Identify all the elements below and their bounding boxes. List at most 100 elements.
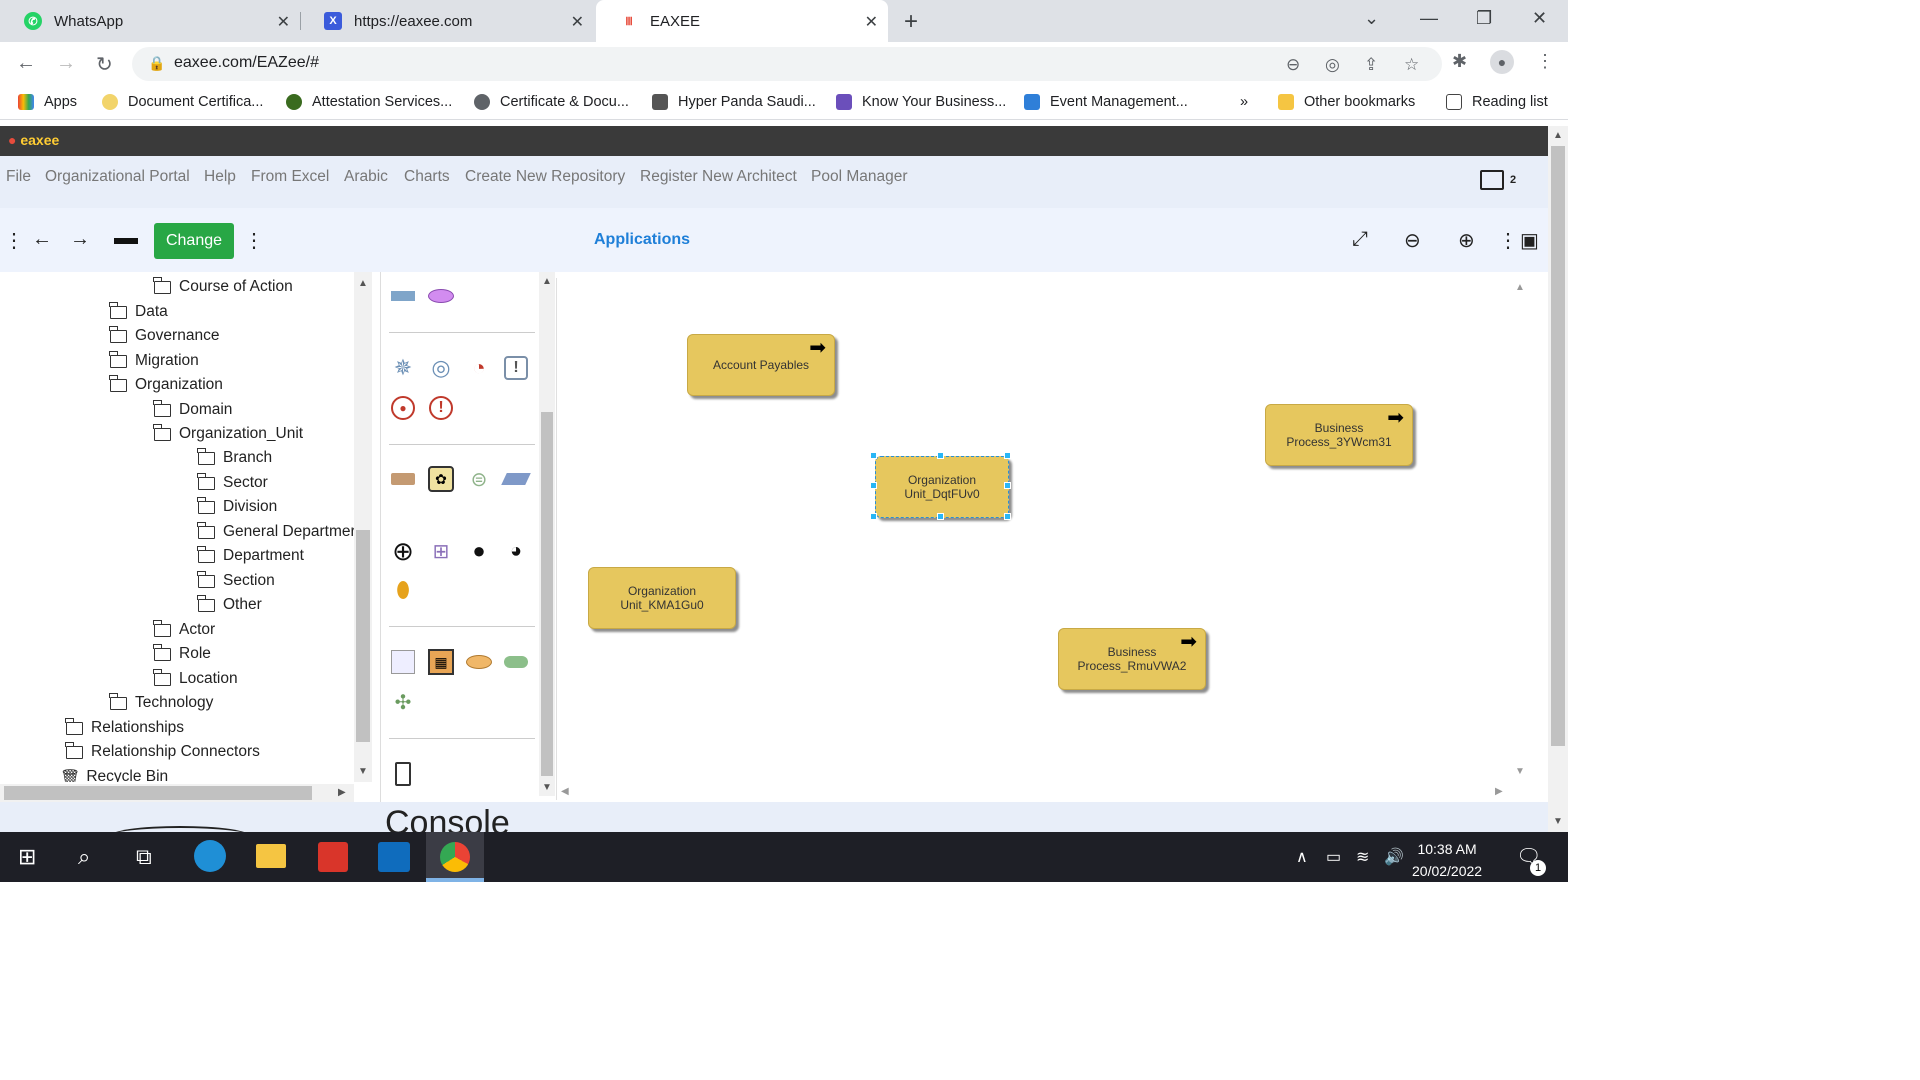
tree-item-sector[interactable]: Sector xyxy=(197,472,268,492)
value-stream-icon[interactable]: ✿ xyxy=(427,465,455,493)
lock-icon[interactable]: 🔒 xyxy=(148,55,165,72)
save-icon[interactable]: ▣ xyxy=(1520,228,1539,253)
tree-item-role[interactable]: Role xyxy=(153,643,211,663)
close-icon[interactable]: ✕ xyxy=(277,12,290,32)
search-icon[interactable]: ⌕ xyxy=(78,844,90,870)
bookmark-other[interactable]: Other bookmarks xyxy=(1278,94,1415,110)
tree-item-recycle-bin[interactable]: 🗑 Recycle Bin xyxy=(60,768,168,782)
resize-handle[interactable] xyxy=(870,452,877,459)
tree-item-general-department[interactable]: General Departmer xyxy=(197,521,356,541)
warning-icon[interactable]: ! xyxy=(427,394,455,422)
capability-shape-icon[interactable] xyxy=(389,465,417,493)
page-vertical-scrollbar[interactable]: ▲ ▼ xyxy=(1548,126,1568,832)
system-clock[interactable]: 10:38 AM 20/02/2022 xyxy=(1412,838,1482,882)
canvas-horizontal-scrollbar[interactable]: ◀ ▶ xyxy=(557,782,1511,800)
chevron-up-icon[interactable]: ∧ xyxy=(1296,847,1308,867)
network-icon[interactable]: ✣ xyxy=(389,688,417,716)
tree-horizontal-scrollbar[interactable]: ▶ xyxy=(0,784,354,802)
bookmark-attestation[interactable]: Attestation Services... xyxy=(286,94,452,110)
edge-icon[interactable] xyxy=(194,840,226,872)
diagram-node-organization-unit-kma1gu0[interactable]: Organization Unit_KMA1Gu0 xyxy=(588,567,736,629)
scroll-up-arrow-icon[interactable]: ▲ xyxy=(1515,282,1525,293)
minimize-button[interactable]: — xyxy=(1420,8,1438,29)
constraint-icon[interactable]: ! xyxy=(502,354,530,382)
scroll-right-arrow-icon[interactable]: ▶ xyxy=(1495,786,1503,797)
profile-avatar[interactable]: ● xyxy=(1490,50,1514,74)
scroll-down-arrow-icon[interactable]: ▼ xyxy=(358,766,368,777)
scroll-right-arrow-icon[interactable]: ▶ xyxy=(338,787,346,798)
scrollbar-thumb[interactable] xyxy=(541,412,553,776)
bookmark-reading-list[interactable]: Reading list xyxy=(1446,94,1548,110)
eye-off-icon[interactable]: ◎ xyxy=(1325,55,1340,75)
scroll-up-arrow-icon[interactable]: ▲ xyxy=(542,276,552,287)
tree-item-relationship-connectors[interactable]: Relationship Connectors xyxy=(65,741,260,761)
tree-item-migration[interactable]: Migration xyxy=(109,350,199,370)
document-icon[interactable] xyxy=(389,760,417,788)
tree-item-division[interactable]: Division xyxy=(197,496,277,516)
line-style-icon[interactable] xyxy=(114,238,138,244)
close-icon[interactable]: ✕ xyxy=(865,12,878,32)
url-text[interactable]: eaxee.com/EAZee/# xyxy=(174,54,319,72)
zoom-out-icon[interactable]: ⊖ xyxy=(1404,228,1421,253)
menu-charts[interactable]: Charts xyxy=(404,168,450,186)
redo-icon[interactable]: → xyxy=(70,228,90,251)
menu-register-new-architect[interactable]: Register New Architect xyxy=(640,168,797,186)
menu-organizational-portal[interactable]: Organizational Portal xyxy=(45,168,190,186)
extensions-icon[interactable]: ✱ xyxy=(1452,51,1467,72)
diagram-node-business-process-3ywcm31[interactable]: Business Process_3YWcm31 ➡ xyxy=(1265,404,1413,466)
menu-pool-manager[interactable]: Pool Manager xyxy=(811,168,908,186)
undo-icon[interactable]: ← xyxy=(32,228,52,251)
tab-whatsapp[interactable]: ✆ WhatsApp ✕ xyxy=(0,0,300,42)
tree-item-location[interactable]: Location xyxy=(153,668,238,688)
wifi-icon[interactable]: ≋ xyxy=(1356,847,1369,867)
close-icon[interactable]: ✕ xyxy=(571,12,584,32)
globe-icon[interactable]: ⊕ xyxy=(389,536,417,566)
tab-search-icon[interactable]: ⌄ xyxy=(1364,8,1379,29)
bookmark-certificate-docu[interactable]: Certificate & Docu... xyxy=(474,94,629,110)
diagram-node-business-process-rmuvwa2[interactable]: Business Process_RmuVWA2 ➡ xyxy=(1058,628,1206,690)
windows-start-icon[interactable]: ⊞ xyxy=(18,844,36,870)
rounded-rect-shape-icon[interactable] xyxy=(502,648,530,676)
canvas-vertical-scrollbar[interactable]: ▲ ▼ xyxy=(1511,278,1529,782)
resize-handle[interactable] xyxy=(870,482,877,489)
maze-icon[interactable]: ▦ xyxy=(427,648,455,676)
more-bookmarks-button[interactable]: » xyxy=(1240,94,1248,110)
volume-icon[interactable]: 🔊 xyxy=(1384,847,1404,867)
tree-item-other[interactable]: Other xyxy=(197,594,262,614)
bookmark-event-management[interactable]: Event Management... xyxy=(1024,94,1188,110)
tree-item-department[interactable]: Department xyxy=(197,545,304,565)
fit-screen-icon[interactable]: ⤢ xyxy=(1352,228,1368,251)
goal-target-icon[interactable]: ◎ xyxy=(427,354,455,382)
tree-item-technology[interactable]: Technology xyxy=(109,692,213,712)
more-options-icon[interactable]: ⋮ xyxy=(244,228,264,253)
zoom-icon[interactable]: ⊖ xyxy=(1286,55,1300,75)
location-pin-icon[interactable]: ● xyxy=(389,394,417,422)
resize-handle[interactable] xyxy=(1004,482,1011,489)
bookmark-star-icon[interactable]: ☆ xyxy=(1404,55,1419,75)
open-tabs-counter[interactable]: 2 xyxy=(1480,170,1516,190)
tree-item-governance[interactable]: Governance xyxy=(109,325,219,345)
chrome-taskbar-button[interactable] xyxy=(426,832,484,882)
tree-item-actor[interactable]: Actor xyxy=(153,619,215,639)
scrollbar-thumb[interactable] xyxy=(356,530,370,742)
bookmark-apps[interactable]: Apps xyxy=(18,94,77,110)
menu-kebab-icon[interactable]: ⋮ xyxy=(1536,51,1554,72)
zoom-in-icon[interactable]: ⊕ xyxy=(1458,228,1475,253)
diagram-node-organization-unit-dqtfuv0[interactable]: Organization Unit_DqtFUv0 xyxy=(875,456,1009,518)
more-options-icon[interactable]: ⋮ xyxy=(1498,228,1518,253)
resize-handle[interactable] xyxy=(937,452,944,459)
rectangle-shape-icon[interactable] xyxy=(389,282,417,310)
battery-icon[interactable]: ▭ xyxy=(1326,847,1341,867)
close-window-button[interactable]: ✕ xyxy=(1532,8,1547,29)
scroll-down-arrow-icon[interactable]: ▼ xyxy=(1553,816,1563,827)
resize-handle[interactable] xyxy=(870,513,877,520)
menu-file[interactable]: File xyxy=(6,168,31,186)
diagram-canvas[interactable]: Account Payables ➡ Business Process_3YWc… xyxy=(556,278,1530,800)
new-tab-button[interactable]: + xyxy=(904,8,918,36)
bookmark-document-certification[interactable]: Document Certifica... xyxy=(102,94,263,110)
bookmark-know-your-business[interactable]: Know Your Business... xyxy=(836,94,1006,110)
reload-icon[interactable]: ↻ xyxy=(96,52,113,77)
share-icon[interactable]: ⇪ xyxy=(1364,55,1378,75)
org-chart-icon[interactable]: ⊞ xyxy=(427,537,455,565)
flow-icon[interactable]: ⊜ xyxy=(465,465,493,493)
